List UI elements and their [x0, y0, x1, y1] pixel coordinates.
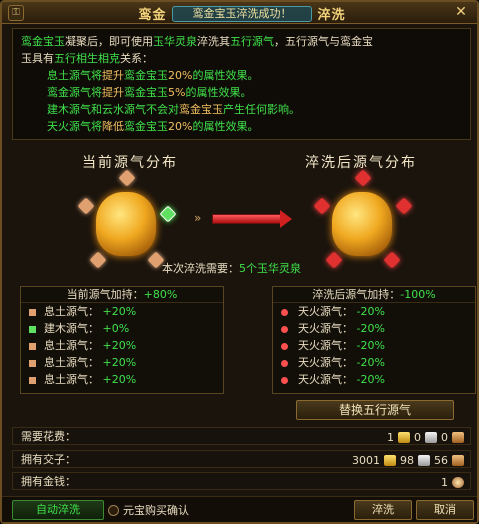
- fire-orb-icon: [395, 197, 413, 215]
- current-bonus-header: 当前源气加持：+80%: [21, 287, 223, 303]
- transform-arrow-icon: »: [194, 210, 292, 228]
- title-right: 淬洗: [317, 8, 346, 23]
- wash-window: ⚿ 鸾金 淬洗 鸾金宝玉淬洗成功！ ✕ 鸾金宝玉凝聚后，即可使用玉华灵泉淬洗其五…: [0, 0, 479, 524]
- buy-confirm-checkbox[interactable]: 元宝购买确认: [108, 502, 189, 518]
- after-bonus-header: 淬洗后源气加持：-100%: [273, 287, 475, 303]
- fire-dot-icon: [281, 342, 288, 350]
- after-bonus-panel: 淬洗后源气加持：-100% 天火源气： -20% 天火源气： -20% 天火源气…: [272, 286, 476, 394]
- gold-ingot-icon: [384, 454, 396, 466]
- description-box: 鸾金宝玉凝聚后，即可使用玉华灵泉淬洗其五行源气，五行源气与鸾金宝 玉具有五行相生…: [12, 28, 471, 140]
- bronze-ingot-icon: [452, 454, 464, 466]
- lock-icon[interactable]: ⚿: [8, 5, 24, 21]
- desc-line-5: 建木源气和云水源气不会对鸾金宝玉产生任何影响。: [47, 103, 300, 116]
- list-item: 息土源气： +20%: [21, 337, 223, 354]
- radio-icon[interactable]: [108, 504, 119, 516]
- desc-line-3: 息土源气将提升鸾金宝玉20%的属性效果。: [47, 69, 259, 82]
- silver-ingot-icon: [418, 454, 430, 466]
- list-item: 建木源气： +0%: [21, 320, 223, 337]
- jade-stone-icon: [332, 192, 392, 256]
- jade-stone-icon: [96, 192, 156, 256]
- silver-ingot-icon: [425, 431, 437, 443]
- wood-orb-icon: [159, 205, 177, 223]
- earth-orb-icon: [89, 251, 107, 269]
- list-item: 天火源气： -20%: [273, 337, 475, 354]
- fire-dot-icon: [281, 325, 288, 333]
- fire-orb-icon: [313, 197, 331, 215]
- bronze-ingot-icon: [452, 431, 464, 443]
- gold-ingot-icon: [398, 431, 410, 443]
- earth-orb-icon: [77, 197, 95, 215]
- close-icon[interactable]: ✕: [453, 4, 469, 20]
- desc-line-1: 鸾金宝玉凝聚后，即可使用玉华灵泉淬洗其五行源气，五行源气与鸾金宝: [21, 35, 373, 48]
- owned-money-row: 拥有金钱： 1: [12, 472, 471, 490]
- list-item: 息土源气： +20%: [21, 371, 223, 388]
- cancel-button[interactable]: 取消: [416, 500, 474, 520]
- earth-square-icon: [29, 342, 36, 350]
- wash-button[interactable]: 淬洗: [354, 500, 412, 520]
- desc-line-6: 天火源气将降低鸾金宝玉20%的属性效果。: [47, 120, 259, 133]
- title-left: 鸾金: [138, 8, 167, 23]
- fire-dot-icon: [281, 359, 288, 367]
- fire-orb-icon: [354, 169, 372, 187]
- after-distribution-title: 淬洗后源气分布: [305, 155, 417, 171]
- earth-square-icon: [29, 308, 36, 316]
- fire-orb-icon: [325, 251, 343, 269]
- auto-wash-button[interactable]: 自动淬洗: [12, 500, 104, 520]
- success-toast: 鸾金宝玉淬洗成功！: [172, 6, 312, 22]
- desc-line-4: 鸾金源气将提升鸾金宝玉5%的属性效果。: [47, 86, 252, 99]
- list-item: 息土源气： +20%: [21, 354, 223, 371]
- list-item: 天火源气： -20%: [273, 371, 475, 388]
- earth-square-icon: [29, 376, 36, 384]
- fire-orb-icon: [383, 251, 401, 269]
- wash-requirement: 本次淬洗需要：5个玉华灵泉: [162, 262, 301, 275]
- fire-dot-icon: [281, 308, 288, 316]
- list-item: 天火源气： -20%: [273, 303, 475, 320]
- earth-square-icon: [29, 359, 36, 367]
- fire-dot-icon: [281, 376, 288, 384]
- coin-icon: [452, 476, 464, 488]
- list-item: 天火源气： -20%: [273, 354, 475, 371]
- after-ring: [298, 169, 428, 280]
- earth-orb-icon: [118, 169, 136, 187]
- wood-square-icon: [29, 325, 36, 333]
- current-bonus-panel: 当前源气加持：+80% 息土源气： +20% 建木源气： +0% 息土源气： +…: [20, 286, 224, 394]
- desc-line-2: 玉具有五行相生相克关系：: [21, 52, 153, 65]
- cost-required-row: 需要花费： 1 0 0: [12, 427, 471, 445]
- owned-notes-row: 拥有交子： 3001 98 56: [12, 450, 471, 468]
- replace-elements-button[interactable]: 替换五行源气: [296, 400, 454, 420]
- current-distribution-title: 当前源气分布: [82, 155, 178, 171]
- title-bar: ⚿ 鸾金 淬洗 鸾金宝玉淬洗成功！ ✕: [2, 2, 477, 24]
- list-item: 天火源气： -20%: [273, 320, 475, 337]
- list-item: 息土源气： +20%: [21, 303, 223, 320]
